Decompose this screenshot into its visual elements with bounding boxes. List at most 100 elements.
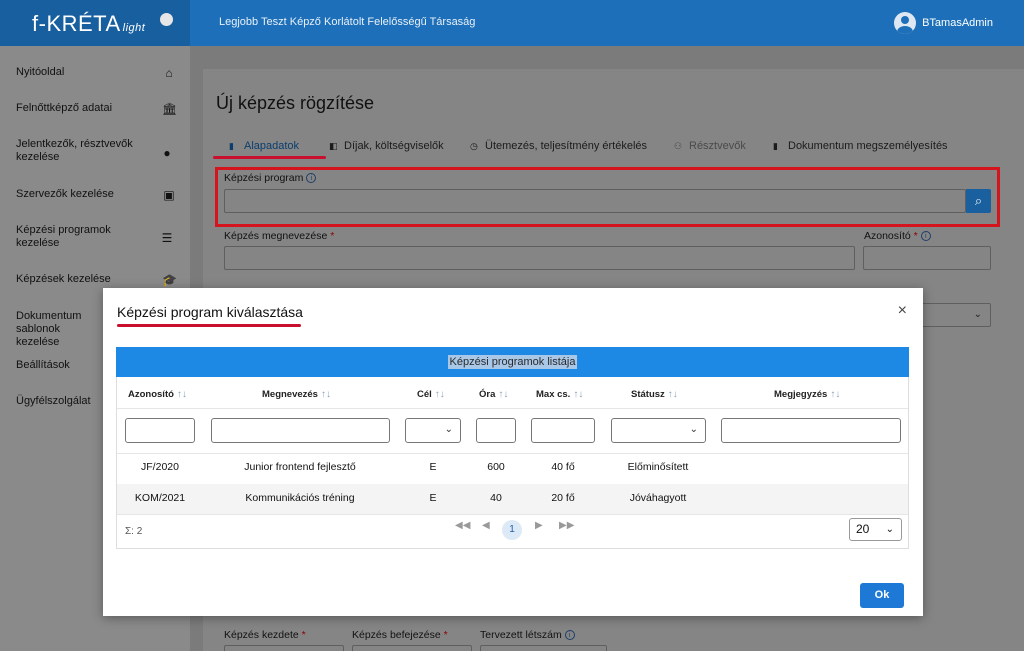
active-tab-underline <box>213 156 326 159</box>
program-grid: Azonosító ↑↓ Megnevezés ↑↓ Cél ↑↓ Óra ↑↓ Max… <box>116 377 909 549</box>
app-logo[interactable]: f-KRÉTA light <box>32 11 145 37</box>
sidebar-item-doc-templates[interactable]: Dokumentum sablonok kezelése <box>16 310 106 349</box>
sort-icon: ↑↓ <box>176 389 187 400</box>
training-name-input[interactable] <box>224 246 855 270</box>
program-select-dialog: Képzési program kiválasztása × Képzési p… <box>103 288 923 616</box>
filter-note-input[interactable] <box>721 418 901 443</box>
person-icon: ● <box>163 146 171 160</box>
planned-count-input[interactable] <box>480 645 607 651</box>
cell-name[interactable]: Kommunikációs tréning <box>245 492 354 504</box>
planned-count-label: Tervezett létszám i <box>480 629 575 641</box>
home-icon: ⌂ <box>165 65 173 80</box>
page-number-button[interactable]: 1 <box>502 520 522 540</box>
clock-icon: ◷ <box>470 141 478 151</box>
dialog-title-underline <box>117 324 301 327</box>
menu-toggle-icon[interactable] <box>160 13 173 26</box>
end-date-label: Képzés befejezése * <box>352 629 448 641</box>
tab-schedule[interactable]: ◷ Ütemezés, teljesítmény értékelés <box>470 140 647 152</box>
list-icon: ☰ <box>161 231 173 245</box>
sidebar-item-label: Szervezők kezelése <box>16 188 114 200</box>
start-date-label: Képzés kezdete * <box>224 629 306 641</box>
sidebar-item-programs[interactable]: Képzési programok kezelése <box>16 224 126 250</box>
dialog-title: Képzési program kiválasztása <box>117 304 303 320</box>
logo-area: f-KRÉTA light <box>0 0 190 46</box>
identifier-input[interactable] <box>863 246 991 270</box>
cell-goal[interactable]: E <box>429 492 436 504</box>
chevron-down-icon: ⌄ <box>885 524 894 535</box>
institution-icon: 🏛 <box>162 101 178 116</box>
rows-divider <box>117 514 908 515</box>
page-size-value: 20 <box>856 522 870 536</box>
next-page-icon[interactable]: ▶ <box>535 520 543 531</box>
cell-hours[interactable]: 600 <box>487 461 505 473</box>
user-menu[interactable]: BTamasAdmin <box>894 12 993 34</box>
contact-card-icon: ▣ <box>163 187 175 202</box>
cell-name[interactable]: Junior frontend fejlesztő <box>244 461 355 473</box>
tab-participants[interactable]: ⚇ Résztvevők <box>674 140 746 152</box>
filter-goal-select[interactable]: ⌄ <box>405 418 461 443</box>
column-header-note[interactable]: Megjegyzés ↑↓ <box>774 389 840 400</box>
tab-label: Alapadatok <box>244 140 300 152</box>
program-input[interactable] <box>224 189 966 213</box>
filter-divider <box>117 453 908 454</box>
sidebar-item-label: Jelentkezők, résztvevők kezelése <box>16 138 133 163</box>
sidebar-item-label: Nyitóoldal <box>16 66 65 78</box>
ok-button[interactable]: Ok <box>860 583 904 608</box>
avatar-icon <box>894 12 917 34</box>
sidebar-item-label: Beállítások <box>16 359 70 371</box>
cell-status[interactable]: Jóváhagyott <box>630 492 687 504</box>
page-size-select[interactable]: 20 ⌄ <box>849 518 902 541</box>
sidebar-item-home[interactable]: Nyitóoldal ⌂ <box>16 65 176 80</box>
program-search-button[interactable]: ⌕ <box>966 189 991 213</box>
filter-id-input[interactable] <box>125 418 195 443</box>
tab-doc-personalization[interactable]: ▮ Dokumentum megszemélyesítés <box>773 140 948 152</box>
prev-page-icon[interactable]: ◀ <box>482 520 490 531</box>
end-date-input[interactable] <box>352 645 472 651</box>
sort-icon: ↑↓ <box>434 389 445 400</box>
search-icon: ⌕ <box>974 193 983 208</box>
column-header-id[interactable]: Azonosító ↑↓ <box>128 389 187 400</box>
graduation-cap-icon: 🎓 <box>162 272 177 287</box>
sidebar-item-label: Képzések kezelése <box>16 273 111 285</box>
cell-goal[interactable]: E <box>429 461 436 473</box>
identifier-label: Azonosító * i <box>864 230 931 242</box>
sidebar-item-applicants[interactable]: Jelentkezők, résztvevők kezelése <box>16 138 136 164</box>
filter-name-input[interactable] <box>211 418 390 443</box>
username: BTamasAdmin <box>922 17 993 29</box>
program-list-title: Képzési programok listája <box>447 355 578 369</box>
organization-name: Legjobb Teszt Képző Korlátolt Felelősség… <box>219 16 476 28</box>
first-page-icon[interactable]: ◀◀ <box>455 520 470 531</box>
cell-hours[interactable]: 40 <box>490 492 502 504</box>
filter-max-input[interactable] <box>531 418 595 443</box>
cell-id[interactable]: KOM/2021 <box>135 492 185 504</box>
info-icon: i <box>564 630 575 641</box>
training-name-label: Képzés megnevezése * <box>224 230 335 242</box>
column-header-hours[interactable]: Óra ↑↓ <box>479 389 508 400</box>
tab-basic-data[interactable]: ▮ Alapadatok <box>229 140 299 152</box>
start-date-input[interactable] <box>224 645 344 651</box>
sidebar-item-label: Képzési programok kezelése <box>16 224 111 249</box>
sidebar-item-provider-data[interactable]: Felnőttképző adatai 🏛 <box>16 101 178 116</box>
sidebar-item-label: Dokumentum sablonok kezelése <box>16 310 82 348</box>
sidebar-item-trainings[interactable]: Képzések kezelése 🎓 <box>16 272 177 287</box>
column-header-max[interactable]: Max cs. ↑↓ <box>536 389 583 400</box>
close-icon[interactable]: × <box>898 302 907 320</box>
cell-status[interactable]: Előminősített <box>628 461 689 473</box>
cell-max[interactable]: 20 fő <box>551 492 574 504</box>
filter-status-select[interactable]: ⌄ <box>611 418 706 443</box>
sidebar-item-organizers[interactable]: Szervezők kezelése ▣ <box>16 187 176 202</box>
column-header-goal[interactable]: Cél ↑↓ <box>417 389 445 400</box>
filter-hours-input[interactable] <box>476 418 516 443</box>
sidebar-item-label: Felnőttképző adatai <box>16 102 113 114</box>
tab-fees[interactable]: ◧ Díjak, költségviselők <box>329 140 444 152</box>
last-page-icon[interactable]: ▶▶ <box>559 520 574 531</box>
cell-max[interactable]: 40 fő <box>551 461 574 473</box>
tab-label: Résztvevők <box>689 140 746 152</box>
table-row-alt-bg <box>117 484 908 514</box>
book-icon: ▮ <box>773 141 778 151</box>
column-header-status[interactable]: Státusz ↑↓ <box>631 389 678 400</box>
column-header-name[interactable]: Megnevezés ↑↓ <box>262 389 331 400</box>
cell-id[interactable]: JF/2020 <box>141 461 179 473</box>
top-bar: f-KRÉTA light Legjobb Teszt Képző Korláto… <box>0 0 1024 46</box>
sort-icon: ↑↓ <box>498 389 509 400</box>
